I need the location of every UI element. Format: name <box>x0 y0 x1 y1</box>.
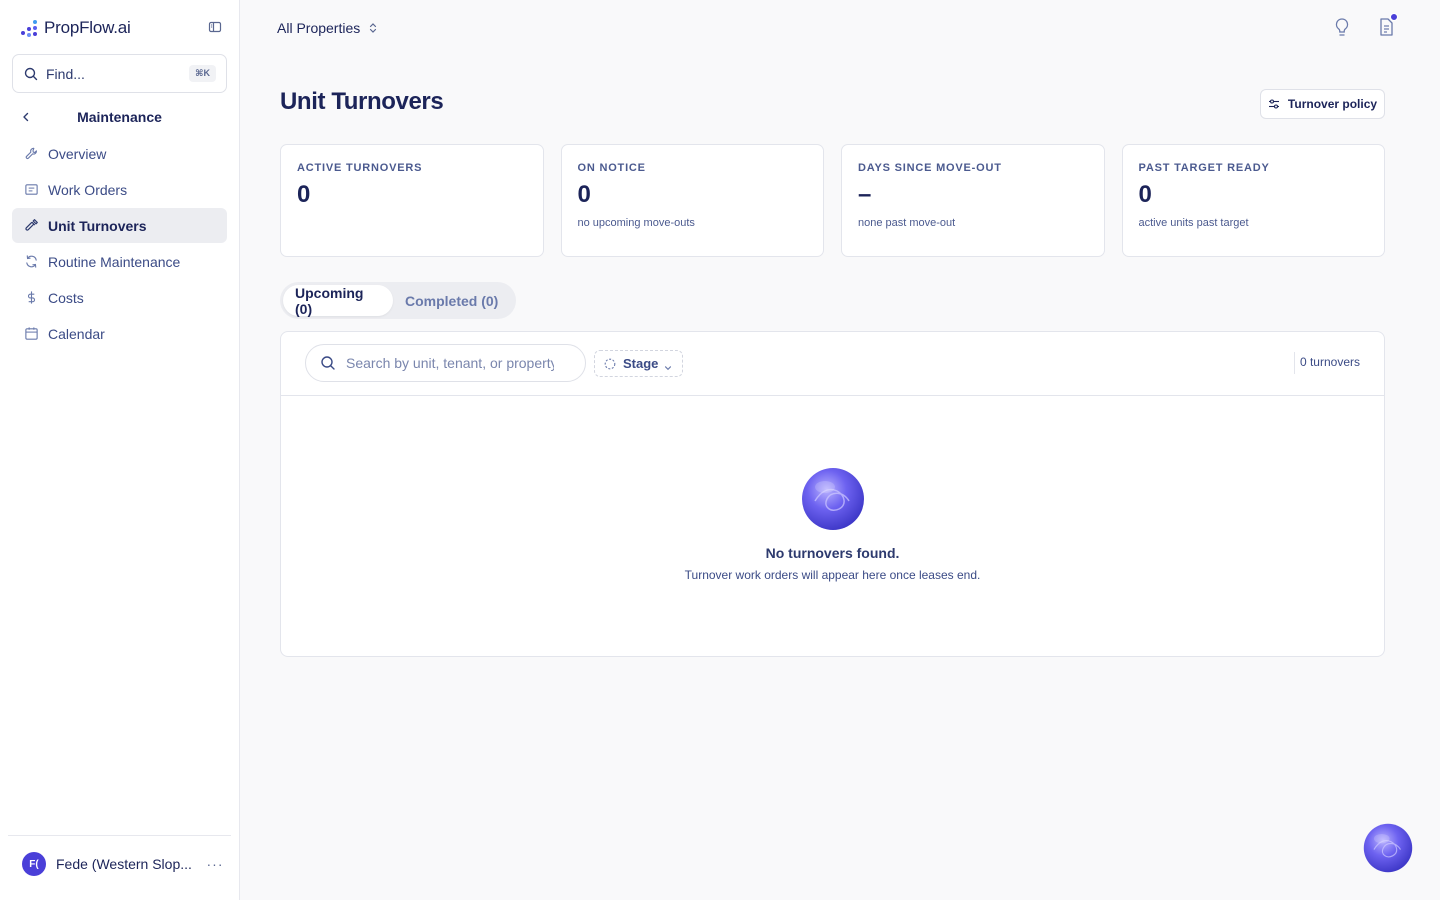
ai-assistant-orb-button[interactable] <box>1363 823 1413 873</box>
turnover-policy-button[interactable]: Turnover policy <box>1260 89 1385 119</box>
user-account-menu[interactable]: F( Fede (Western Slop... ··· <box>8 835 231 892</box>
divider <box>1294 352 1295 374</box>
sidebar-item-label: Calendar <box>48 325 105 342</box>
tab-completed[interactable]: Completed (0) <box>393 285 510 316</box>
stat-value: 0 <box>1138 181 1152 208</box>
hammer-icon <box>23 218 39 234</box>
find-shortcut-badge: ⌘K <box>189 65 216 82</box>
stat-card-past-target-ready: PAST TARGET READY 0 active units past ta… <box>1121 144 1385 257</box>
sidebar-item-costs[interactable]: Costs <box>12 280 227 315</box>
lightbulb-icon[interactable] <box>1332 16 1352 38</box>
avatar: F( <box>22 852 46 876</box>
chevron-down-icon <box>664 360 672 370</box>
turnover-search[interactable] <box>305 344 586 382</box>
empty-state-subtitle: Turnover work orders will appear here on… <box>684 568 981 582</box>
sidebar-item-label: Work Orders <box>48 181 128 198</box>
sidebar-item-label: Costs <box>48 289 84 306</box>
dashed-circle-icon <box>604 358 616 370</box>
tab-upcoming[interactable]: Upcoming (0) <box>283 285 393 317</box>
stat-label: ACTIVE TURNOVERS <box>297 162 423 174</box>
notification-dot <box>1390 13 1398 21</box>
propflow-logo-icon <box>20 18 40 38</box>
empty-state-orb-icon <box>801 467 865 531</box>
user-name: Fede (Western Slop... <box>56 856 192 872</box>
page-title: Unit Turnovers <box>280 88 444 115</box>
sidebar-item-unit-turnovers[interactable]: Unit Turnovers <box>12 208 227 243</box>
chevron-up-down-icon <box>368 21 378 35</box>
sidebar: PropFlow.ai Find... ⌘K Maintenance Overv… <box>0 0 240 900</box>
stage-filter-label: Stage <box>623 356 659 371</box>
sidebar-item-work-orders[interactable]: Work Orders <box>12 172 227 207</box>
sidebar-item-calendar[interactable]: Calendar <box>12 316 227 351</box>
turnover-count: 0 turnovers <box>1299 355 1360 369</box>
document-notifications-icon[interactable] <box>1376 13 1398 38</box>
dollar-icon <box>23 290 39 306</box>
table-toolbar: Stage 0 turnovers <box>281 332 1384 396</box>
stat-label: PAST TARGET READY <box>1138 162 1270 174</box>
stat-value: – <box>858 181 872 208</box>
sliders-icon <box>1268 98 1280 110</box>
sidebar-collapse-icon[interactable] <box>208 20 224 36</box>
find-input[interactable]: Find... ⌘K <box>12 54 227 93</box>
more-options-icon[interactable]: ··· <box>203 856 227 872</box>
search-input[interactable] <box>346 355 554 371</box>
refresh-icon <box>23 254 39 270</box>
empty-state-title: No turnovers found. <box>765 545 900 561</box>
property-selector[interactable]: All Properties <box>277 18 378 38</box>
stat-subtitle: no upcoming move-outs <box>577 217 695 229</box>
find-placeholder: Find... <box>46 65 85 82</box>
brand-logo[interactable]: PropFlow.ai <box>20 16 224 40</box>
sidebar-item-routine-maintenance[interactable]: Routine Maintenance <box>12 244 227 279</box>
stat-subtitle: active units past target <box>1138 217 1249 229</box>
stat-value: 0 <box>577 181 591 208</box>
stat-label: DAYS SINCE MOVE-OUT <box>858 162 1002 174</box>
sidebar-item-overview[interactable]: Overview <box>12 136 227 171</box>
search-icon <box>24 67 38 81</box>
brand-name: PropFlow.ai <box>44 18 131 37</box>
stat-card-on-notice: ON NOTICE 0 no upcoming move-outs <box>560 144 824 257</box>
section-header: Maintenance <box>12 105 227 129</box>
stage-filter-button[interactable]: Stage <box>594 350 683 377</box>
turnover-policy-label: Turnover policy <box>1287 97 1378 111</box>
section-title: Maintenance <box>77 109 162 125</box>
wrench-icon <box>23 146 39 162</box>
clipboard-list-icon <box>23 182 39 198</box>
calendar-icon <box>23 326 39 342</box>
stat-value: 0 <box>297 181 311 208</box>
stat-subtitle: none past move-out <box>858 217 956 229</box>
stats-row: ACTIVE TURNOVERS 0 ON NOTICE 0 no upcomi… <box>280 144 1385 257</box>
topbar-actions <box>1332 13 1398 38</box>
back-chevron-icon[interactable] <box>12 105 40 129</box>
search-icon <box>320 355 336 371</box>
stat-card-days-since-move-out: DAYS SINCE MOVE-OUT – none past move-out <box>841 144 1105 257</box>
property-selector-label: All Properties <box>277 20 361 36</box>
turnover-tabs: Upcoming (0) Completed (0) <box>280 282 516 319</box>
turnovers-table: Stage 0 turnovers No turnovers found. Tu… <box>280 331 1385 657</box>
stat-card-active-turnovers: ACTIVE TURNOVERS 0 <box>280 144 544 257</box>
sidebar-item-label: Routine Maintenance <box>48 253 181 270</box>
sidebar-nav: Overview Work Orders Unit Turnovers Rout… <box>12 136 227 352</box>
sidebar-item-label: Unit Turnovers <box>48 217 147 234</box>
sidebar-item-label: Overview <box>48 145 107 162</box>
stat-label: ON NOTICE <box>577 162 646 174</box>
empty-state: No turnovers found. Turnover work orders… <box>281 467 1384 582</box>
